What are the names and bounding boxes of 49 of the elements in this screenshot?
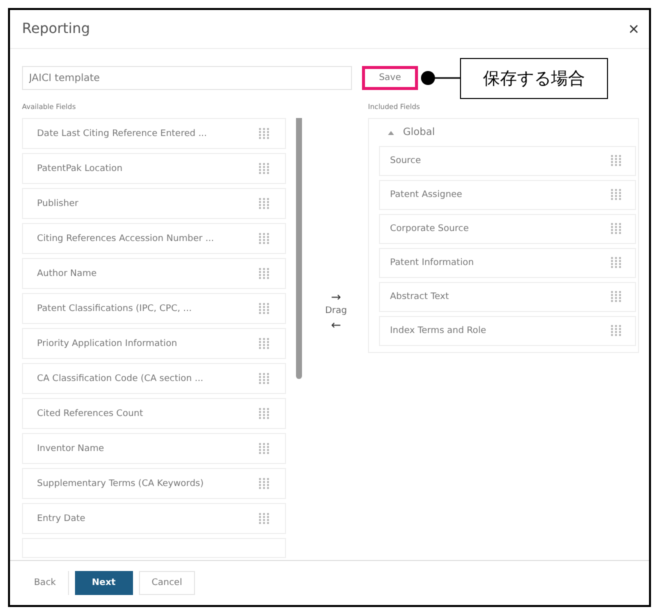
field-item[interactable]: Corporate Source xyxy=(379,214,636,244)
field-item[interactable]: Publisher xyxy=(22,188,286,219)
field-item[interactable]: Citing References Accession Number ... xyxy=(22,223,286,254)
drag-handle-icon[interactable] xyxy=(259,268,269,280)
drag-handle-icon[interactable] xyxy=(259,478,269,490)
field-item[interactable]: Author Name xyxy=(22,258,286,289)
drag-handle-icon[interactable] xyxy=(611,291,621,303)
field-item[interactable]: Inventor Name xyxy=(22,433,286,464)
field-item[interactable]: Patent Classifications (IPC, CPC, ... xyxy=(22,293,286,324)
drag-handle-icon[interactable] xyxy=(259,512,269,524)
drag-handle-icon[interactable] xyxy=(259,232,269,244)
drag-label: Drag xyxy=(325,306,347,316)
field-item[interactable]: Abstract Text xyxy=(379,282,636,312)
field-item[interactable]: Index Terms and Role xyxy=(379,316,636,346)
next-button[interactable]: Next xyxy=(74,571,133,595)
drag-handle-icon[interactable] xyxy=(611,155,621,167)
drag-handle-icon[interactable] xyxy=(259,302,269,314)
drag-handle-icon[interactable] xyxy=(259,442,269,454)
field-item[interactable]: Date Last Citing Reference Entered ... xyxy=(22,118,286,149)
drag-handle-icon[interactable] xyxy=(611,257,621,269)
leader-line xyxy=(420,68,460,88)
field-item[interactable]: Supplementary Terms (CA Keywords) xyxy=(22,468,286,499)
callout-label: 保存する場合 xyxy=(460,58,608,98)
caret-icon xyxy=(387,128,395,136)
cancel-button[interactable]: Cancel xyxy=(138,571,196,595)
drag-handle-icon[interactable] xyxy=(259,128,269,140)
drag-handle-icon[interactable] xyxy=(611,189,621,201)
drag-handle-icon[interactable] xyxy=(259,338,269,350)
field-item[interactable]: Entry Date xyxy=(22,503,286,534)
field-item[interactable]: Priority Application Information xyxy=(22,328,286,359)
drag-handle-icon[interactable] xyxy=(259,162,269,174)
group-header[interactable]: Global xyxy=(379,123,636,142)
field-item[interactable]: Patent Assignee xyxy=(379,180,636,210)
scrollbar[interactable] xyxy=(296,118,302,379)
right-arrow-icon: → xyxy=(330,290,342,304)
field-item[interactable]: Cited References Count xyxy=(22,398,286,429)
close-button[interactable]: × xyxy=(626,20,641,38)
field-item[interactable]: PatentPak Location xyxy=(22,153,286,184)
drag-handle-icon[interactable] xyxy=(259,198,269,210)
drag-handle-icon[interactable] xyxy=(259,408,269,420)
dialog-title: Reporting xyxy=(22,21,90,37)
field-item[interactable]: CA Classification Code (CA section ... xyxy=(22,363,286,394)
drag-handle-icon[interactable] xyxy=(259,372,269,384)
drag-handle-icon[interactable] xyxy=(611,325,621,337)
save-button[interactable]: Save xyxy=(362,66,418,90)
drag-handle-icon[interactable] xyxy=(611,223,621,235)
field-item[interactable]: Patent Information xyxy=(379,248,636,278)
left-arrow-icon: ← xyxy=(330,318,342,332)
field-item[interactable]: Source xyxy=(379,146,636,176)
